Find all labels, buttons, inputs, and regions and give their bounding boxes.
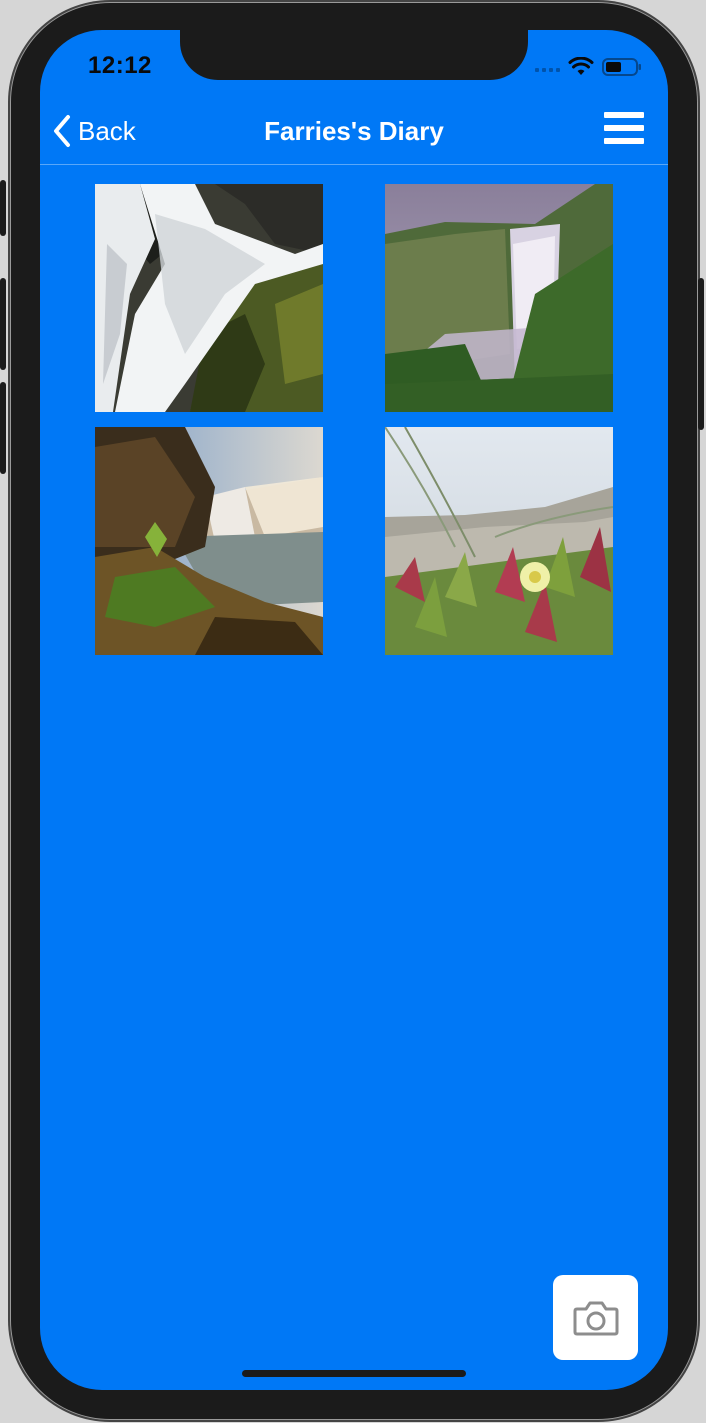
photo-thumbnail-2[interactable] (385, 184, 613, 412)
photo-thumbnail-4[interactable] (385, 427, 613, 655)
navigation-bar: Back Farries's Diary (40, 100, 668, 165)
camera-button[interactable] (553, 1275, 638, 1360)
app-screen: 12:12 Back Farries's Diary (40, 30, 668, 1390)
battery-icon (602, 57, 642, 82)
status-time: 12:12 (88, 52, 152, 79)
cellular-signal-icon (535, 67, 560, 72)
volume-up-button (0, 278, 6, 370)
camera-icon (573, 1301, 618, 1335)
menu-line (604, 112, 644, 118)
menu-line (604, 138, 644, 144)
photo-thumbnail-3[interactable] (95, 427, 323, 655)
page-title: Farries's Diary (264, 116, 444, 146)
mute-switch (0, 180, 6, 236)
volume-down-button (0, 382, 6, 474)
home-indicator[interactable] (242, 1370, 466, 1377)
status-indicators (535, 56, 642, 82)
wifi-icon (568, 56, 594, 82)
device-notch (180, 30, 528, 80)
power-button (698, 278, 704, 430)
menu-line (604, 125, 644, 131)
hamburger-menu-button[interactable] (604, 112, 644, 148)
photo-thumbnail-1[interactable] (95, 184, 323, 412)
